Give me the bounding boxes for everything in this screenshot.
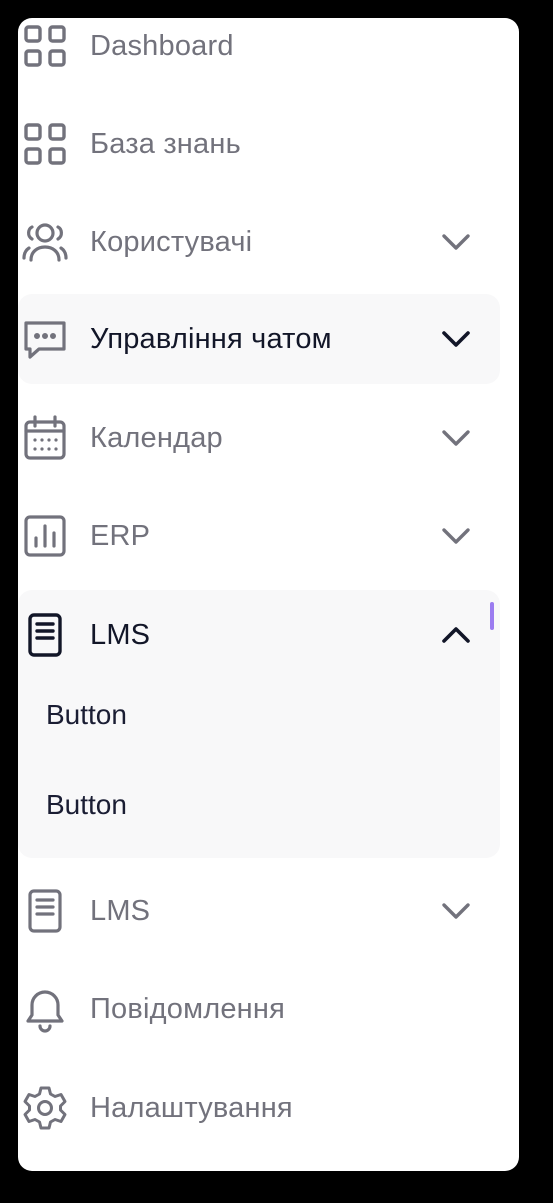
submenu-item-label: Button bbox=[46, 789, 127, 820]
menu-item-label: Dashboard bbox=[90, 29, 234, 62]
chevron-down-icon[interactable] bbox=[436, 516, 476, 556]
chevron-down-icon[interactable] bbox=[436, 319, 476, 359]
menu-item-lms-expanded[interactable]: LMS bbox=[18, 590, 519, 680]
menu-item-settings[interactable]: Налаштування bbox=[18, 1063, 519, 1153]
menu-item-label: LMS bbox=[90, 894, 151, 927]
users-icon bbox=[20, 217, 70, 267]
menu-item-lms[interactable]: LMS bbox=[18, 866, 519, 956]
document-icon bbox=[20, 610, 70, 660]
document-icon bbox=[20, 886, 70, 936]
grid-icon bbox=[20, 119, 70, 169]
chevron-down-icon[interactable] bbox=[436, 222, 476, 262]
chevron-down-icon[interactable] bbox=[436, 418, 476, 458]
menu-item-label: Налаштування bbox=[90, 1091, 293, 1124]
menu-item-label: Повідомлення bbox=[90, 992, 285, 1025]
menu-item-label: База знань bbox=[90, 127, 241, 160]
grid-icon bbox=[20, 21, 70, 71]
submenu-item[interactable]: Button bbox=[18, 680, 498, 750]
chat-icon bbox=[20, 314, 70, 364]
menu-item-label: ERP bbox=[90, 519, 151, 552]
menu-item-notifications[interactable]: Повідомлення bbox=[18, 964, 519, 1054]
menu-item-users[interactable]: Користувачі bbox=[18, 197, 519, 287]
bar-chart-icon bbox=[20, 511, 70, 561]
calendar-icon bbox=[20, 413, 70, 463]
menu-item-label: LMS bbox=[90, 618, 151, 651]
menu-item-chat-management[interactable]: Управління чатом bbox=[18, 294, 519, 384]
chevron-down-icon[interactable] bbox=[436, 891, 476, 931]
menu-item-label: Календар bbox=[90, 421, 223, 454]
menu-item-knowledge-base[interactable]: База знань bbox=[18, 99, 519, 189]
submenu-item-label: Button bbox=[46, 699, 127, 730]
bell-icon bbox=[20, 984, 70, 1034]
menu-item-dashboard[interactable]: Dashboard bbox=[18, 18, 519, 91]
submenu-item[interactable]: Button bbox=[18, 770, 498, 840]
gear-icon bbox=[20, 1083, 70, 1133]
menu-item-erp[interactable]: ERP bbox=[18, 491, 519, 581]
chevron-up-icon[interactable] bbox=[436, 615, 476, 655]
menu-item-calendar[interactable]: Календар bbox=[18, 393, 519, 483]
menu-item-label: Управління чатом bbox=[90, 322, 332, 355]
active-indicator bbox=[490, 602, 494, 630]
sidebar-menu: Dashboard База знань Користувачі Управлі… bbox=[18, 18, 519, 1171]
menu-item-label: Користувачі bbox=[90, 225, 253, 258]
